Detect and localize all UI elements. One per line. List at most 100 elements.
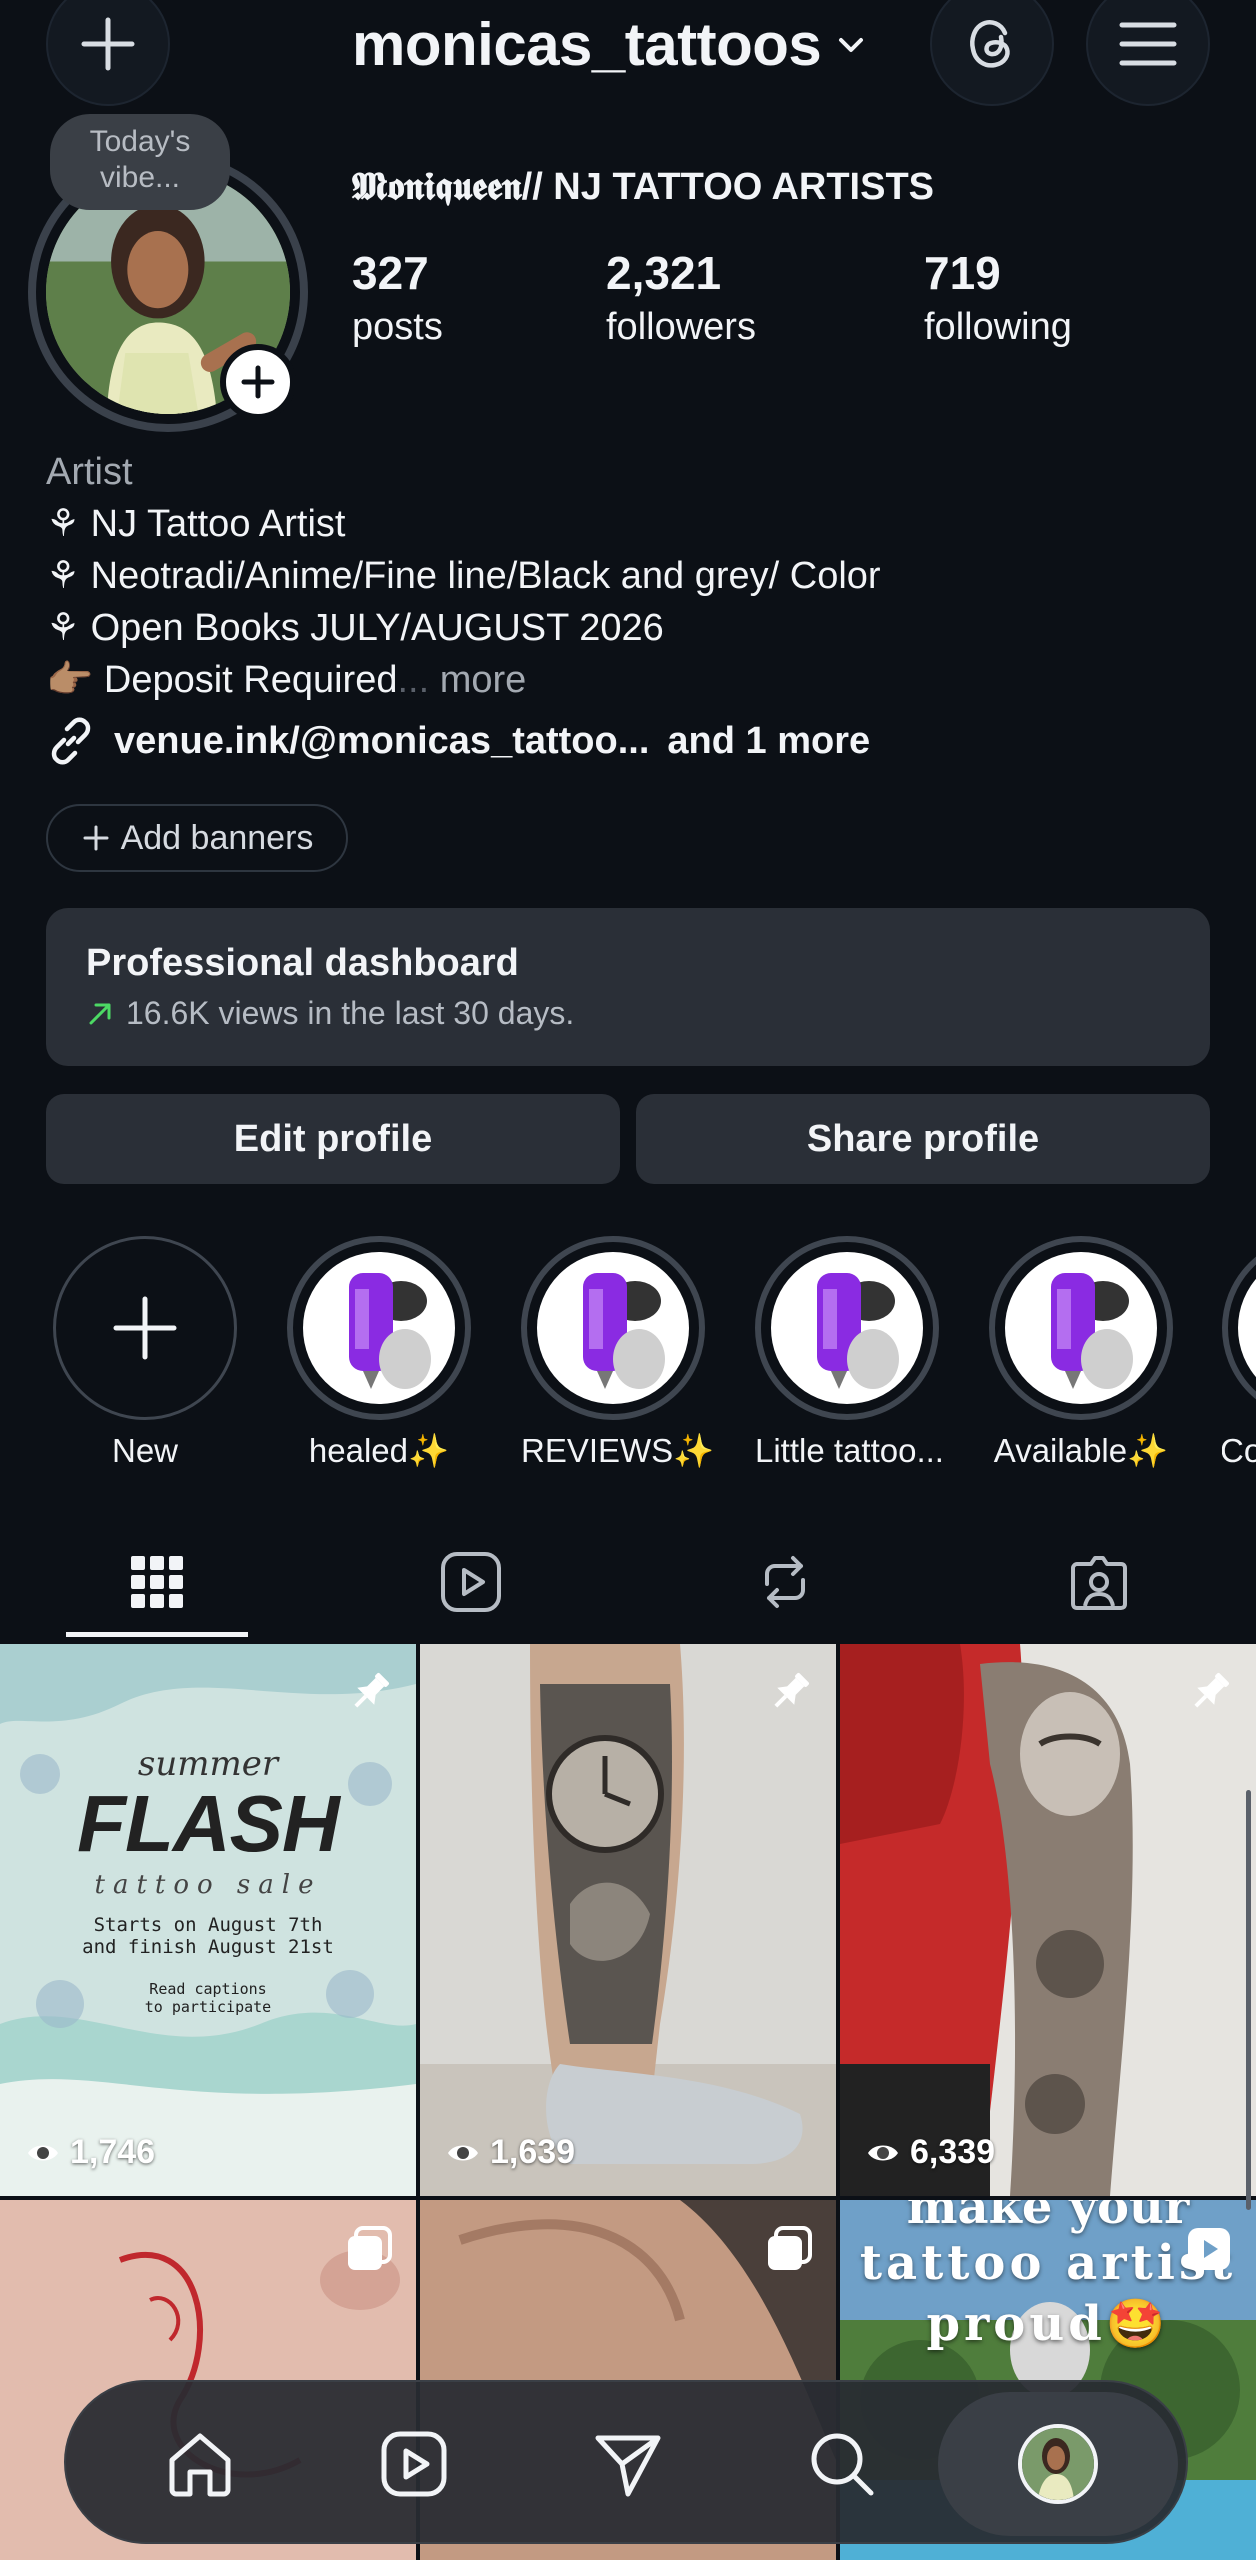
username-switcher[interactable]: monicas_tattoos xyxy=(352,10,867,79)
tab-tagged[interactable] xyxy=(942,1522,1256,1642)
post-line: and finish August 21st xyxy=(82,1936,334,1958)
post-line: to participate xyxy=(144,1998,272,2016)
highlight-ring xyxy=(989,1236,1173,1420)
tab-reels[interactable] xyxy=(314,1522,628,1642)
eye-icon xyxy=(868,2145,898,2160)
share-profile-label: Share profile xyxy=(806,1117,1040,1160)
bio-last-line: 👉🏽 Deposit Required xyxy=(46,659,398,701)
highlight-cover xyxy=(1005,1252,1157,1404)
highlight-item[interactable]: Little tattoo... xyxy=(755,1236,944,1470)
posts-stat[interactable]: 327 posts xyxy=(352,246,443,349)
nav-search[interactable] xyxy=(780,2402,904,2526)
top-bar: monicas_tattoos xyxy=(0,0,1256,106)
highlight-cover xyxy=(771,1252,923,1404)
flash-text-block: summer FLASH tattoo sale Starts on Augus… xyxy=(0,1744,416,2016)
highlight-ring xyxy=(287,1236,471,1420)
chevron-down-icon xyxy=(839,37,864,52)
tab-grid[interactable] xyxy=(0,1522,314,1642)
tattoo-machine-icon xyxy=(583,1273,665,1389)
profile-nav-avatar xyxy=(1022,2428,1094,2500)
plus-icon xyxy=(113,1296,177,1360)
dashboard-subtitle-row: 16.6K views in the last 30 days. xyxy=(86,995,1170,1032)
nav-home[interactable] xyxy=(138,2402,262,2526)
avatar xyxy=(1018,2424,1098,2504)
note-text: Today's vibe... xyxy=(89,125,191,194)
highlight-ring xyxy=(755,1236,939,1420)
nav-reels[interactable] xyxy=(352,2402,476,2526)
highlight-label: REVIEWS✨ xyxy=(521,1432,715,1469)
bio-more-link[interactable]: more xyxy=(440,659,527,701)
grid-post[interactable]: 6,339 xyxy=(840,1644,1256,2196)
post-line: Starts on August 7th xyxy=(93,1914,323,1936)
dashboard-title: Professional dashboard xyxy=(86,942,519,984)
following-stat[interactable]: 719 following xyxy=(924,246,1072,349)
post-thumbnail xyxy=(420,1644,836,2196)
profile-tabs xyxy=(0,1522,1256,1642)
followers-count: 2,321 xyxy=(606,247,722,299)
pin-icon xyxy=(354,1673,389,1708)
highlight-cover xyxy=(1238,1252,1256,1404)
highlight-item[interactable]: Co xyxy=(1222,1236,1256,1470)
create-button[interactable] xyxy=(46,0,170,106)
professional-dashboard[interactable]: Professional dashboard 16.6K views in th… xyxy=(46,908,1210,1066)
followers-label: followers xyxy=(606,306,756,348)
nav-messages[interactable] xyxy=(566,2402,690,2526)
highlight-item[interactable]: healed✨ xyxy=(287,1236,471,1471)
add-story-button[interactable] xyxy=(220,344,296,420)
nav-profile[interactable] xyxy=(996,2402,1120,2526)
followers-stat[interactable]: 2,321 followers xyxy=(606,246,756,349)
grid-post[interactable]: 1,639 xyxy=(420,1644,836,2196)
highlight-label: Co xyxy=(1222,1432,1256,1469)
view-count-label: 1,639 xyxy=(490,2133,576,2171)
view-count: 1,746 xyxy=(26,2133,155,2172)
active-tab-indicator xyxy=(66,1632,248,1637)
bio-line: 👉🏽 Deposit Required... more xyxy=(46,659,527,701)
reels-icon xyxy=(441,1552,501,1612)
grid-icon xyxy=(131,1556,183,1608)
tab-reposts[interactable] xyxy=(628,1522,942,1642)
following-label: following xyxy=(924,306,1072,348)
grid-post[interactable]: summer FLASH tattoo sale Starts on Augus… xyxy=(0,1644,416,2196)
carousel-icon xyxy=(768,2226,812,2270)
post-line: Read captions xyxy=(149,1980,267,1998)
carousel-icon xyxy=(348,2226,392,2270)
posts-label: posts xyxy=(352,306,443,348)
eye-icon xyxy=(448,2145,478,2160)
share-profile-button[interactable]: Share profile xyxy=(636,1094,1210,1184)
tagged-person-icon xyxy=(1071,1556,1127,1610)
profile-links[interactable]: venue.ink/@monicas_tattoo... and 1 more xyxy=(46,716,870,766)
highlight-item[interactable]: Available✨ xyxy=(989,1236,1173,1471)
tattoo-machine-icon xyxy=(349,1273,431,1389)
link-icon xyxy=(51,717,91,765)
bottom-navigation xyxy=(64,2380,1188,2544)
threads-button[interactable] xyxy=(930,0,1054,106)
reel-icon xyxy=(1188,2228,1230,2270)
view-count-label: 1,746 xyxy=(70,2133,156,2171)
home-icon xyxy=(169,2433,231,2497)
trend-up-icon xyxy=(89,1003,111,1024)
bio-line: ⚘ Open Books JULY/AUGUST 2026 xyxy=(46,607,664,649)
send-icon xyxy=(595,2435,661,2497)
tattoo-machine-icon xyxy=(1051,1273,1133,1389)
dashboard-subtitle: 16.6K views in the last 30 days. xyxy=(126,995,575,1031)
bio: Artist ⚘ NJ Tattoo Artist ⚘ Neotradi/Ani… xyxy=(46,446,881,706)
highlight-label: Little tattoo... xyxy=(755,1432,944,1469)
highlight-ring xyxy=(1222,1236,1256,1420)
bio-line: ⚘ NJ Tattoo Artist xyxy=(46,503,346,545)
edit-profile-label: Edit profile xyxy=(233,1117,433,1160)
plus-icon xyxy=(81,17,135,71)
link-more-text: and 1 more xyxy=(667,719,871,762)
add-banners-button[interactable]: Add banners xyxy=(46,804,348,872)
scrollbar[interactable] xyxy=(1246,1790,1251,2210)
plus-icon xyxy=(83,825,109,851)
new-highlight-ring xyxy=(53,1236,237,1420)
note-bubble[interactable]: Today's vibe... xyxy=(50,114,230,210)
highlight-item[interactable]: REVIEWS✨ xyxy=(521,1236,715,1471)
link-text: venue.ink/@monicas_tattoo... xyxy=(114,719,650,762)
highlight-cover xyxy=(537,1252,689,1404)
view-count: 1,639 xyxy=(446,2133,575,2172)
post-thumbnail xyxy=(840,1644,1256,2196)
edit-profile-button[interactable]: Edit profile xyxy=(46,1094,620,1184)
menu-button[interactable] xyxy=(1086,0,1210,106)
highlight-new[interactable]: New xyxy=(53,1236,237,1470)
